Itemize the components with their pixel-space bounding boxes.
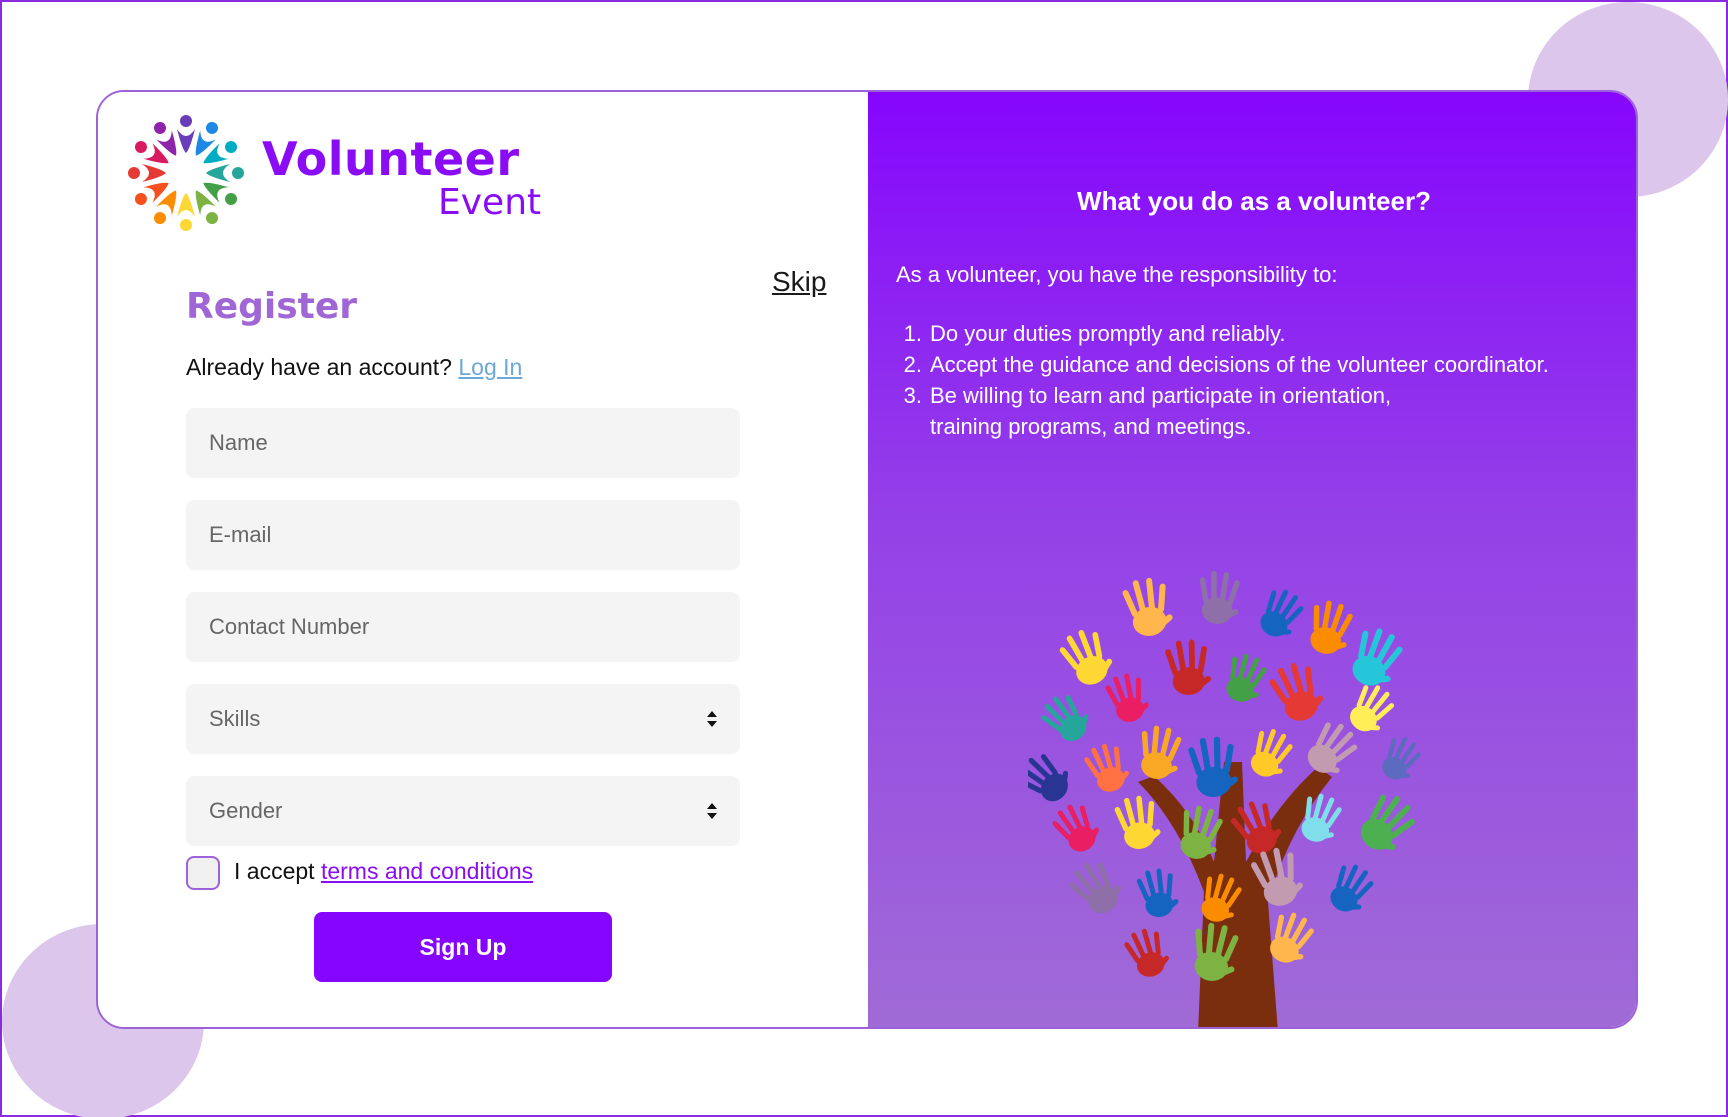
list-item-number: 3.: [903, 383, 922, 408]
login-prompt-text: Already have an account?: [186, 354, 452, 380]
sign-up-button[interactable]: Sign Up: [314, 912, 612, 982]
responsibility-list: 1. Do your duties promptly and reliably.…: [896, 318, 1610, 442]
terms-link[interactable]: terms and conditions: [321, 858, 533, 884]
select-arrows-icon: [707, 711, 717, 727]
terms-prefix: I accept: [234, 858, 315, 884]
contact-number-placeholder: Contact Number: [209, 614, 370, 639]
name-field[interactable]: Name: [186, 408, 740, 478]
skills-select[interactable]: Skills: [186, 684, 740, 754]
brand-subtitle: Event: [438, 182, 542, 223]
email-field[interactable]: E-mail: [186, 500, 740, 570]
select-arrows-icon: [707, 803, 717, 819]
register-card: Volunteer Event Skip Register Already ha…: [96, 90, 1638, 1029]
volunteer-logo-icon: [128, 115, 244, 231]
list-item-text: Accept the guidance and decisions of the…: [930, 352, 1549, 377]
list-item-number: 1.: [903, 321, 922, 346]
registration-panel: Volunteer Event Skip Register Already ha…: [98, 92, 868, 1027]
info-title: What you do as a volunteer?: [1077, 186, 1431, 216]
list-item-text: Be willing to learn and participate in o…: [930, 383, 1392, 439]
terms-checkbox[interactable]: [186, 856, 220, 890]
contact-number-field[interactable]: Contact Number: [186, 592, 740, 662]
skills-placeholder: Skills: [209, 706, 261, 731]
list-item: 2. Accept the guidance and decisions of …: [896, 349, 1610, 380]
login-link[interactable]: Log In: [458, 354, 522, 380]
list-item: 3. Be willing to learn and participate i…: [896, 380, 1610, 442]
list-item-text: Do your duties promptly and reliably.: [930, 321, 1286, 346]
info-intro: As a volunteer, you have the responsibil…: [896, 262, 1338, 287]
brand-title: Volunteer: [262, 132, 520, 186]
skip-link[interactable]: Skip: [772, 266, 826, 298]
gender-select[interactable]: Gender: [186, 776, 740, 846]
gender-placeholder: Gender: [209, 798, 283, 823]
info-panel: What you do as a volunteer? As a volunte…: [868, 92, 1636, 1027]
login-prompt: Already have an account? Log In: [186, 354, 522, 381]
terms-label: I accept terms and conditions: [234, 858, 533, 885]
list-item-number: 2.: [903, 352, 922, 377]
list-item: 1. Do your duties promptly and reliably.: [896, 318, 1610, 349]
email-placeholder: E-mail: [209, 522, 272, 547]
page-title: Register: [186, 286, 358, 327]
hands-tree-illustration: [1028, 569, 1427, 1027]
name-placeholder: Name: [209, 430, 268, 455]
